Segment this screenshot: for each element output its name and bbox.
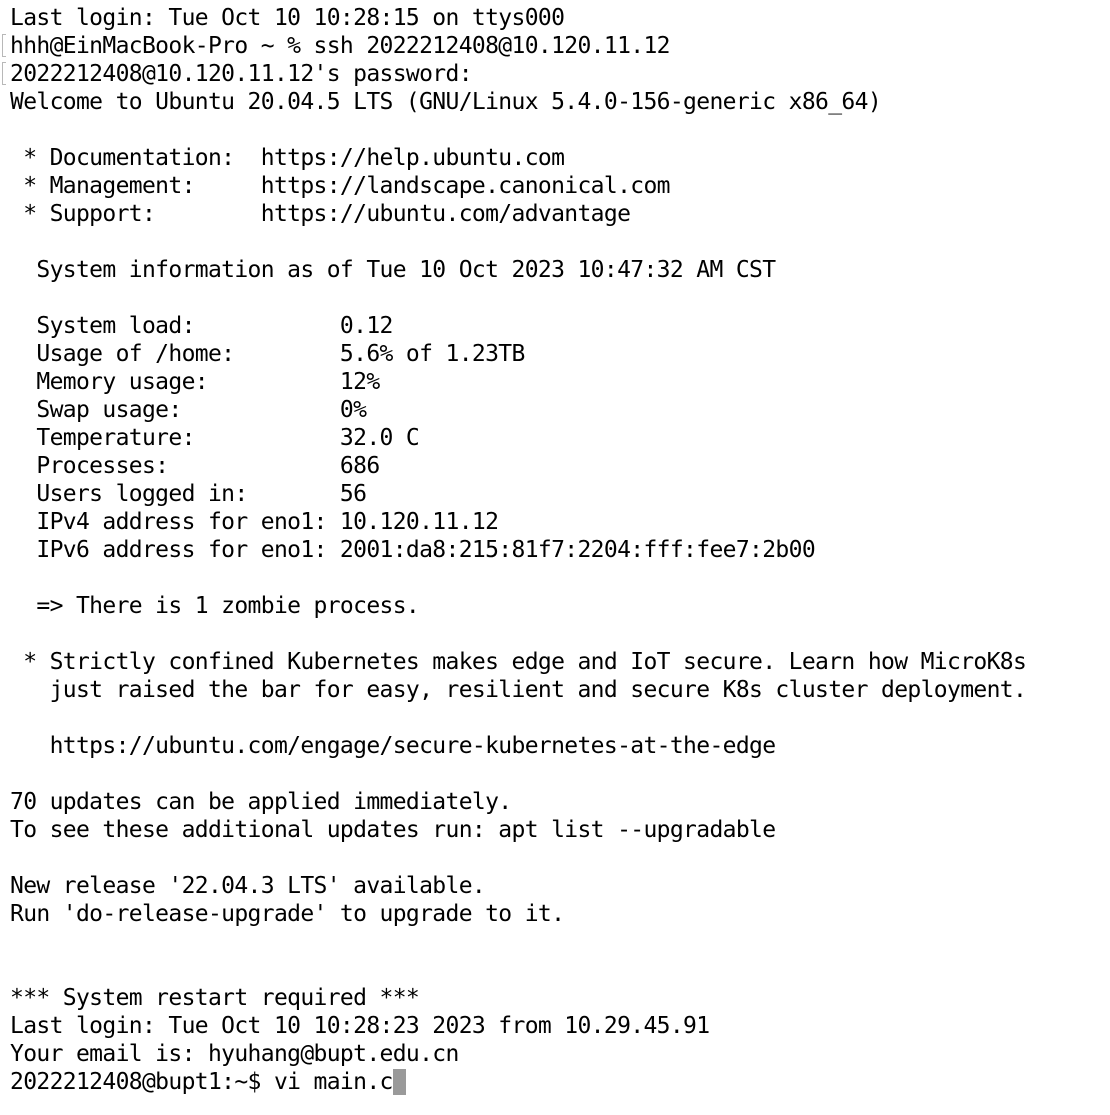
- terminal-line: New release '22.04.3 LTS' available.: [10, 873, 486, 899]
- terminal-line: System load: 0.12: [10, 313, 393, 339]
- prompt-mark-icon: [2, 34, 6, 57]
- prompt-mark-icon: [2, 62, 6, 85]
- terminal-line: Temperature: 32.0 C: [10, 425, 420, 451]
- terminal-line: * Support: https://ubuntu.com/advantage: [10, 201, 631, 227]
- terminal-line: hhh@EinMacBook-Pro ~ % ssh 2022212408@10…: [10, 33, 671, 59]
- terminal-line: https://ubuntu.com/engage/secure-kuberne…: [10, 733, 777, 759]
- terminal-line-mark-wrap: 2022212408@10.120.11.12's password:: [2, 60, 1110, 88]
- terminal-line: Processes: 686: [10, 453, 380, 479]
- terminal-line: IPv6 address for eno1: 2001:da8:215:81f7…: [10, 537, 816, 563]
- command-line[interactable]: 2022212408@bupt1:~$ vi main.c: [10, 1068, 1110, 1096]
- terminal-line: Run 'do-release-upgrade' to upgrade to i…: [10, 901, 565, 927]
- terminal-line: 70 updates can be applied immediately.: [10, 789, 512, 815]
- command-input[interactable]: 2022212408@bupt1:~$ vi main.c: [10, 1069, 393, 1095]
- terminal-line: System information as of Tue 10 Oct 2023…: [10, 257, 776, 283]
- terminal-line: Usage of /home: 5.6% of 1.23TB: [10, 341, 525, 367]
- terminal-line: * Strictly confined Kubernetes makes edg…: [10, 649, 1027, 675]
- terminal-line: => There is 1 zombie process.: [10, 593, 420, 619]
- terminal-line: Users logged in: 56: [10, 481, 367, 507]
- terminal-line: *** System restart required ***: [10, 985, 420, 1011]
- terminal-line: Last login: Tue Oct 10 10:28:15 on ttys0…: [10, 5, 565, 31]
- terminal-window[interactable]: Last login: Tue Oct 10 10:28:15 on ttys0…: [0, 0, 1110, 1115]
- terminal-line: just raised the bar for easy, resilient …: [10, 677, 1027, 703]
- terminal-line: Memory usage: 12%: [10, 369, 380, 395]
- terminal-line: Your email is: hyuhang@bupt.edu.cn: [10, 1041, 459, 1067]
- terminal-line: Swap usage: 0%: [10, 397, 367, 423]
- text-cursor: [392, 1069, 406, 1095]
- terminal-line: Welcome to Ubuntu 20.04.5 LTS (GNU/Linux…: [10, 89, 882, 115]
- terminal-line: 2022212408@10.120.11.12's password:: [10, 61, 473, 87]
- terminal-line-mark-wrap: hhh@EinMacBook-Pro ~ % ssh 2022212408@10…: [2, 32, 1110, 60]
- terminal-line: IPv4 address for eno1: 10.120.11.12: [10, 509, 499, 535]
- terminal-line: To see these additional updates run: apt…: [10, 817, 776, 843]
- terminal-line: * Management: https://landscape.canonica…: [10, 173, 670, 199]
- terminal-line: Last login: Tue Oct 10 10:28:23 2023 fro…: [10, 1013, 710, 1039]
- terminal-line: * Documentation: https://help.ubuntu.com: [10, 145, 565, 171]
